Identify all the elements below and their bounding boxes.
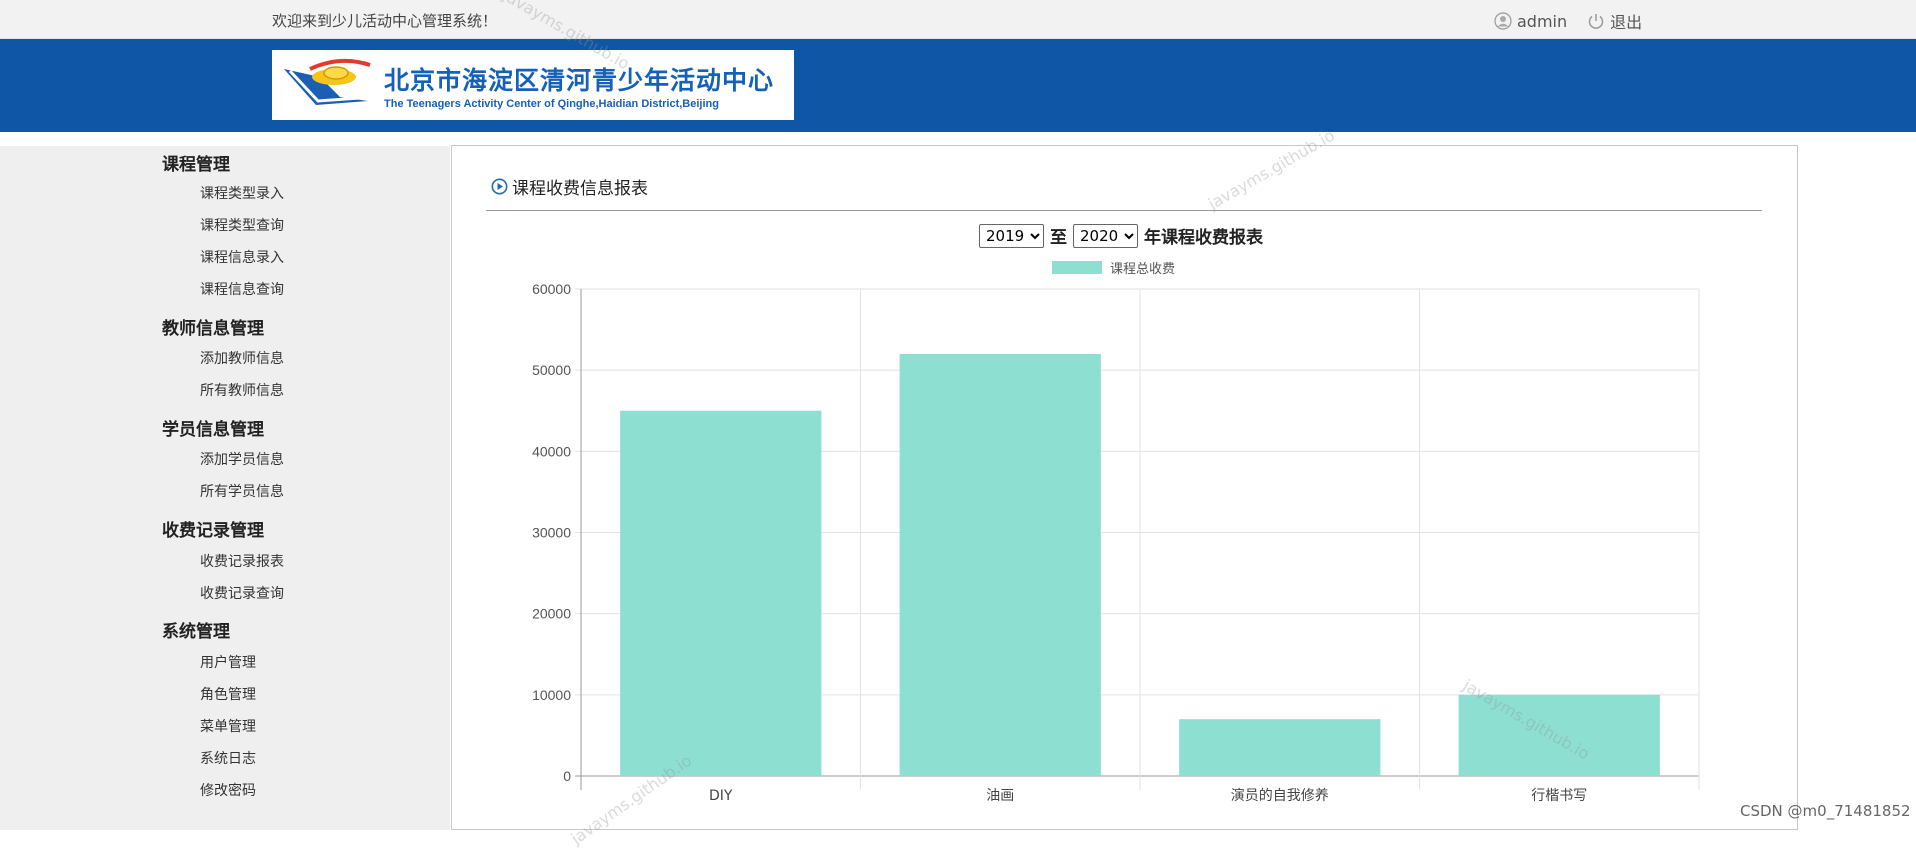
username: admin [1517,11,1568,31]
header-banner: 北京市海淀区清河青少年活动中心 The Teenagers Activity C… [0,39,1916,132]
bar [1179,719,1381,776]
sidebar-item-change-password[interactable]: 修改密码 [200,780,256,800]
x-tick-label: 油画 [986,788,1014,804]
sidebar-item-menu-mgmt[interactable]: 菜单管理 [200,716,256,736]
logout-button[interactable]: 退出 [1587,9,1642,33]
center-emblem-icon [284,58,371,105]
sidebar-item-course-type-add[interactable]: 课程类型录入 [200,183,284,203]
csdn-credit: CSDN @m0_71481852 [1740,802,1911,820]
user-area: admin 退出 [1494,9,1656,33]
bar [1458,694,1660,776]
bar [620,410,822,776]
y-tick-label: 30000 [532,525,571,541]
y-tick-label: 0 [563,768,571,784]
x-tick-label: 演员的自我修养 [1231,788,1329,804]
sidebar-item-course-type-query[interactable]: 课程类型查询 [200,215,284,235]
logout-label: 退出 [1610,13,1643,32]
report-panel: 课程收费信息报表 2019 至 2020 年课程收费报表 课程总收费 0 1000… [451,145,1798,830]
y-tick-label: 60000 [532,281,571,297]
sidebar-group-teacher[interactable]: 教师信息管理 [162,314,264,339]
sidebar-item-fee-query[interactable]: 收费记录查询 [200,583,284,603]
sidebar: 课程管理 课程类型录入 课程类型查询 课程信息录入 课程信息查询 教师信息管理 … [0,146,450,830]
top-bar: 欢迎来到少儿活动中心管理系统！ admin 退出 [0,0,1916,39]
sidebar-item-student-all[interactable]: 所有学员信息 [200,481,284,501]
logo-text: 北京市海淀区清河青少年活动中心 The Teenagers Activity C… [384,61,774,110]
sidebar-item-teacher-all[interactable]: 所有教师信息 [200,380,284,400]
sidebar-item-system-log[interactable]: 系统日志 [200,748,256,768]
y-tick-label: 20000 [532,606,571,622]
logo-title-en: The Teenagers Activity Center of Qinghe,… [384,97,719,110]
sidebar-item-fee-report[interactable]: 收费记录报表 [200,551,284,571]
sidebar-group-system[interactable]: 系统管理 [162,617,230,642]
site-logo[interactable]: 北京市海淀区清河青少年活动中心 The Teenagers Activity C… [272,50,794,120]
y-tick-label: 10000 [532,687,571,703]
power-icon [1588,14,1604,29]
sidebar-item-user-mgmt[interactable]: 用户管理 [200,652,256,672]
welcome-text: 欢迎来到少儿活动中心管理系统！ [272,12,498,30]
sidebar-group-student[interactable]: 学员信息管理 [162,415,264,440]
bar [899,353,1101,776]
user-icon [1494,12,1512,30]
sidebar-item-course-info-query[interactable]: 课程信息查询 [200,279,284,299]
sidebar-item-student-add[interactable]: 添加学员信息 [200,449,284,469]
sidebar-group-fees[interactable]: 收费记录管理 [162,516,264,541]
y-tick-label: 40000 [532,443,571,459]
x-tick-label: 行楷书写 [1531,788,1587,804]
fee-bar-chart: 0 10000 20000 30000 40000 50000 60000 DIY 油画 演员的自… [532,281,1700,804]
sidebar-item-role-mgmt[interactable]: 角色管理 [200,684,256,704]
y-tick-label: 50000 [532,362,571,378]
sidebar-item-teacher-add[interactable]: 添加教师信息 [200,348,284,368]
user-menu[interactable]: admin [1494,12,1567,31]
logo-title-cn: 北京市海淀区清河青少年活动中心 [384,65,775,95]
sidebar-item-course-info-add[interactable]: 课程信息录入 [200,247,284,267]
x-tick-label: DIY [709,788,733,804]
sidebar-group-course[interactable]: 课程管理 [162,150,230,175]
